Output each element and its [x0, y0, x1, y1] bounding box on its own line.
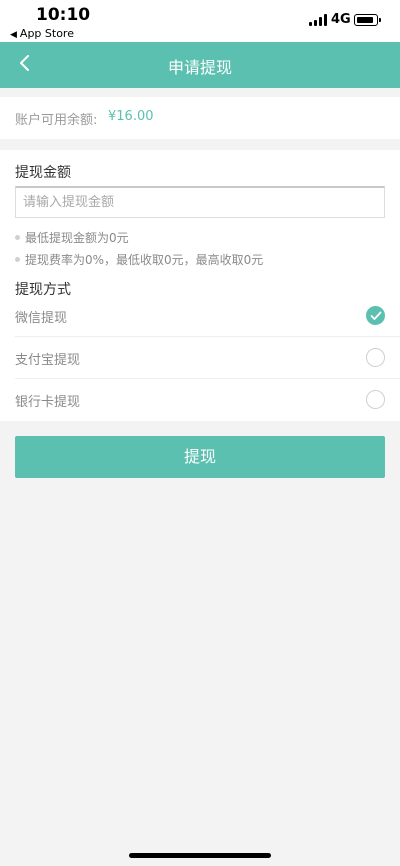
back-to-app-link[interactable]: ◀ App Store [10, 27, 74, 40]
radio-unchecked-icon[interactable] [366, 348, 385, 367]
status-bar: 10:10 ◀ App Store 4G [0, 0, 400, 42]
amount-input[interactable] [15, 186, 385, 218]
tip-min-amount: 最低提现金额为0元 [15, 229, 129, 246]
bullet-dot-icon [15, 257, 20, 262]
back-triangle-icon: ◀ [10, 30, 17, 40]
withdraw-submit-button[interactable]: 提现 [15, 436, 385, 478]
network-label: 4G [331, 12, 351, 27]
method-option-alipay[interactable]: 支付宝提现 [0, 337, 400, 379]
method-option-bankcard[interactable]: 银行卡提现 [0, 379, 400, 421]
method-option-label: 银行卡提现 [15, 395, 81, 410]
back-app-label: App Store [19, 27, 74, 40]
amount-section-title: 提现金额 [15, 165, 71, 181]
bullet-dot-icon [15, 235, 20, 240]
home-indicator [129, 853, 271, 858]
status-time: 10:10 [36, 5, 91, 25]
balance-row: 账户可用余额: ¥16.00 [0, 97, 400, 139]
signal-icon [309, 14, 327, 26]
nav-bar: 申请提现 [0, 42, 400, 88]
radio-checked-icon[interactable] [366, 306, 385, 325]
method-option-wechat[interactable]: 微信提现 [0, 295, 400, 337]
battery-icon [354, 14, 381, 26]
balance-value: ¥16.00 [108, 109, 154, 124]
withdraw-form: 提现金额 最低提现金额为0元 提现费率为0%，最低收取0元，最高收取0元 提现方… [0, 150, 400, 421]
method-option-label: 微信提现 [15, 311, 68, 326]
radio-unchecked-icon[interactable] [366, 390, 385, 409]
page-title: 申请提现 [167, 58, 232, 77]
method-option-label: 支付宝提现 [15, 353, 81, 368]
balance-label: 账户可用余额: [15, 113, 98, 128]
tip-fee-rate: 提现费率为0%，最低收取0元，最高收取0元 [15, 251, 263, 268]
